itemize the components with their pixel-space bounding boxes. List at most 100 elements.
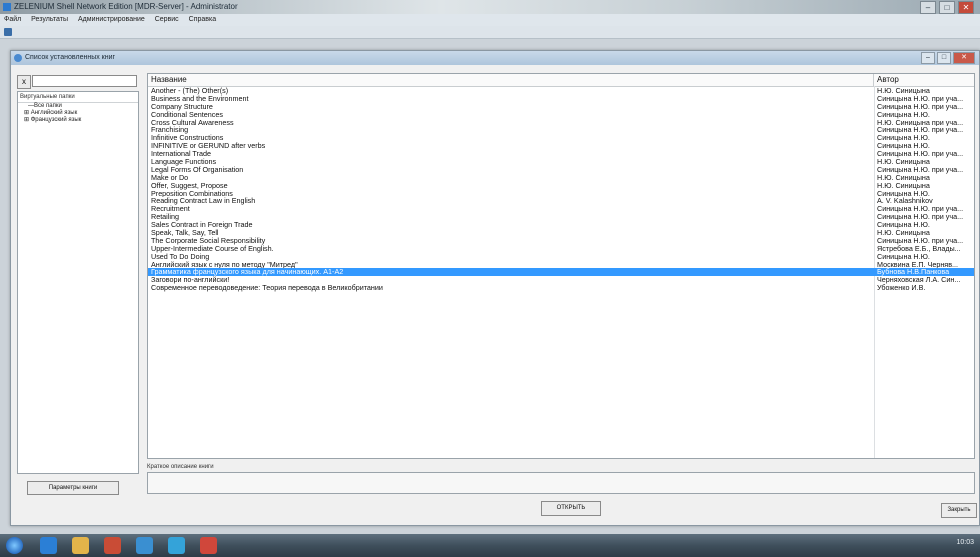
table-row[interactable]: Used To Do Doing Синицына Н.Ю.	[148, 253, 974, 261]
table-row[interactable]: Conditional Sentences Синицына Н.Ю.	[148, 111, 974, 119]
table-row[interactable]: INFINITIVE or GERUND after verbs Синицына…	[148, 142, 974, 150]
folder-tree-header: Виртуальные папки	[18, 92, 138, 103]
table-row[interactable]: Preposition Combinations Синицына Н.Ю.	[148, 190, 974, 198]
table-row[interactable]: Infinitive Constructions Синицына Н.Ю.	[148, 134, 974, 142]
cell-name: Business and the Environment	[151, 94, 249, 103]
cell-author: A. V. Kalashnikov	[877, 197, 933, 206]
cell-author: Н.Ю. Синицына	[877, 181, 930, 190]
table-row[interactable]: Современное переводоведение: Теория пере…	[148, 284, 974, 292]
clear-search-button[interactable]: x	[17, 75, 31, 89]
cell-author: Синицына Н.Ю.	[877, 221, 930, 230]
close-button[interactable]: Закрыть	[941, 503, 977, 518]
description-box	[147, 472, 975, 494]
cell-name: INFINITIVE or GERUND after verbs	[151, 142, 266, 151]
app-taskbar-icon[interactable]	[200, 537, 217, 554]
cell-author: Синицына Н.Ю. при уча...	[877, 236, 964, 245]
table-row[interactable]: Грамматика французского языка для начина…	[148, 268, 974, 277]
tree-item-french[interactable]: ⊞ Французский язык	[18, 117, 138, 124]
table-row[interactable]: Language Functions Н.Ю. Синицына	[148, 158, 974, 166]
table-row[interactable]: International Trade Синицына Н.Ю. при уча…	[148, 150, 974, 158]
window-maximize-button[interactable]: □	[937, 52, 951, 64]
toolbar	[0, 26, 980, 39]
menu-administration[interactable]: Администрирование	[78, 16, 145, 23]
cell-name: Reading Contract Law in English	[151, 197, 256, 206]
cell-author: Н.Ю. Синицына	[877, 229, 930, 237]
book-settings-button[interactable]: Параметры книги	[27, 481, 119, 495]
window-icon	[14, 54, 22, 62]
table-row[interactable]: Upper-Intermediate Course of English. Яст…	[148, 245, 974, 253]
app-close-button[interactable]: ✕	[958, 1, 974, 14]
tree-item-english[interactable]: ⊞ Английский язык	[18, 110, 138, 117]
cell-name: Современное переводоведение: Теория пере…	[151, 284, 383, 293]
column-header-author[interactable]: Автор	[874, 74, 974, 86]
start-button[interactable]	[6, 537, 23, 554]
table-row[interactable]: Offer, Suggest, Propose Н.Ю. Синицына	[148, 182, 974, 190]
cell-name: Offer, Suggest, Propose	[151, 181, 228, 190]
app-minimize-button[interactable]: –	[920, 1, 936, 14]
cell-name: Upper-Intermediate Course of English.	[151, 244, 274, 253]
home-icon[interactable]	[4, 28, 12, 36]
left-panel: x Виртуальные папки —Все папки ⊞ Английс…	[17, 75, 139, 495]
window-minimize-button[interactable]: –	[921, 52, 935, 64]
table-row[interactable]: Speak, Talk, Say, Tell Н.Ю. Синицына	[148, 229, 974, 237]
cell-author: Синицына Н.Ю.	[877, 134, 930, 143]
cell-author: Бубнова Н.В.Панкова	[877, 268, 950, 277]
table-row[interactable]: Company Structure Синицына Н.Ю. при уча..…	[148, 103, 974, 111]
cell-author: Убоженко И.В.	[877, 284, 926, 293]
cell-name: Заговори по-английски!	[151, 276, 230, 285]
table-row[interactable]: Legal Forms Of Organisation Синицына Н.Ю.…	[148, 166, 974, 174]
cell-author: Черняховская Л.А. Син...	[877, 276, 961, 285]
cell-name: Language Functions	[151, 158, 217, 166]
table-header: Название Автор	[148, 74, 974, 87]
media-icon[interactable]	[104, 537, 121, 554]
cell-name: Speak, Talk, Say, Tell	[151, 229, 219, 237]
window-close-button[interactable]: ✕	[953, 52, 975, 64]
table-row[interactable]: Заговори по-английски! Черняховская Л.А. …	[148, 276, 974, 284]
ie-icon[interactable]	[40, 537, 57, 554]
app-maximize-button[interactable]: □	[939, 1, 955, 14]
menu-service[interactable]: Сервис	[155, 16, 179, 23]
skype-icon[interactable]	[168, 537, 185, 554]
cell-author: Синицына Н.Ю. при уча...	[877, 102, 964, 111]
table-row[interactable]: Английский язык с нуля по методу "Митред…	[148, 261, 974, 269]
search-input[interactable]	[32, 75, 137, 87]
tree-item-all-folders[interactable]: —Все папки	[18, 103, 138, 110]
table-row[interactable]: Sales Contract in Foreign Trade Синицына …	[148, 221, 974, 229]
table-row[interactable]: Reading Contract Law in English A. V. Kal…	[148, 197, 974, 205]
cell-author: Синицына Н.Ю. при уча...	[877, 94, 964, 103]
menu-file[interactable]: Файл	[4, 16, 21, 23]
app-title: ZELENIUM Shell Network Edition [MDR-Serv…	[14, 2, 238, 11]
folder-icon[interactable]	[72, 537, 89, 554]
app-logo-icon	[3, 3, 11, 11]
table-body: Another - (The) Other(s) Н.Ю. Синицына Bus…	[148, 87, 974, 292]
table-row[interactable]: Cross Cultural Awareness Н.Ю. Синицына пр…	[148, 119, 974, 127]
table-row[interactable]: Business and the Environment Синицына Н.Ю…	[148, 95, 974, 103]
cell-author: Синицына Н.Ю.	[877, 110, 930, 119]
cell-author: Синицына Н.Ю.	[877, 252, 930, 261]
column-header-name[interactable]: Название	[148, 74, 874, 86]
table-row[interactable]: Make or Do Н.Ю. Синицына	[148, 174, 974, 182]
cell-name: Recruitment	[151, 205, 190, 214]
menu-results[interactable]: Результаты	[31, 16, 68, 23]
menu-help[interactable]: Справка	[189, 16, 216, 23]
cell-author: Синицына Н.Ю. при уча...	[877, 126, 964, 135]
table-row[interactable]: Another - (The) Other(s) Н.Ю. Синицына	[148, 87, 974, 95]
cell-name: Английский язык с нуля по методу "Митред…	[151, 260, 298, 269]
open-button[interactable]: ОТКРЫТЬ	[541, 501, 601, 516]
cell-name: Used To Do Doing	[151, 252, 210, 261]
folder-tree: Виртуальные папки —Все папки ⊞ Английски…	[17, 91, 139, 474]
description-label: Краткое описание книги	[147, 464, 214, 470]
cell-author: Синицына Н.Ю. при уча...	[877, 165, 964, 174]
installed-books-window: Список установленных книг – □ ✕ x Виртуа…	[10, 50, 980, 526]
cell-author: Синицына Н.Ю. при уча...	[877, 213, 964, 222]
table-row[interactable]: Retailing Синицына Н.Ю. при уча...	[148, 213, 974, 221]
cell-author: Синицына Н.Ю.	[877, 142, 930, 151]
word-icon[interactable]	[136, 537, 153, 554]
table-row[interactable]: Recruitment Синицына Н.Ю. при уча...	[148, 205, 974, 213]
cell-author: Синицына Н.Ю. при уча...	[877, 150, 964, 159]
cell-name: Conditional Sentences	[151, 110, 223, 119]
cell-author: Н.Ю. Синицына при уча...	[877, 118, 964, 127]
cell-name: Preposition Combinations	[151, 189, 233, 198]
table-row[interactable]: The Corporate Social Responsibility Синиц…	[148, 237, 974, 245]
table-row[interactable]: Franchising Синицына Н.Ю. при уча...	[148, 126, 974, 134]
